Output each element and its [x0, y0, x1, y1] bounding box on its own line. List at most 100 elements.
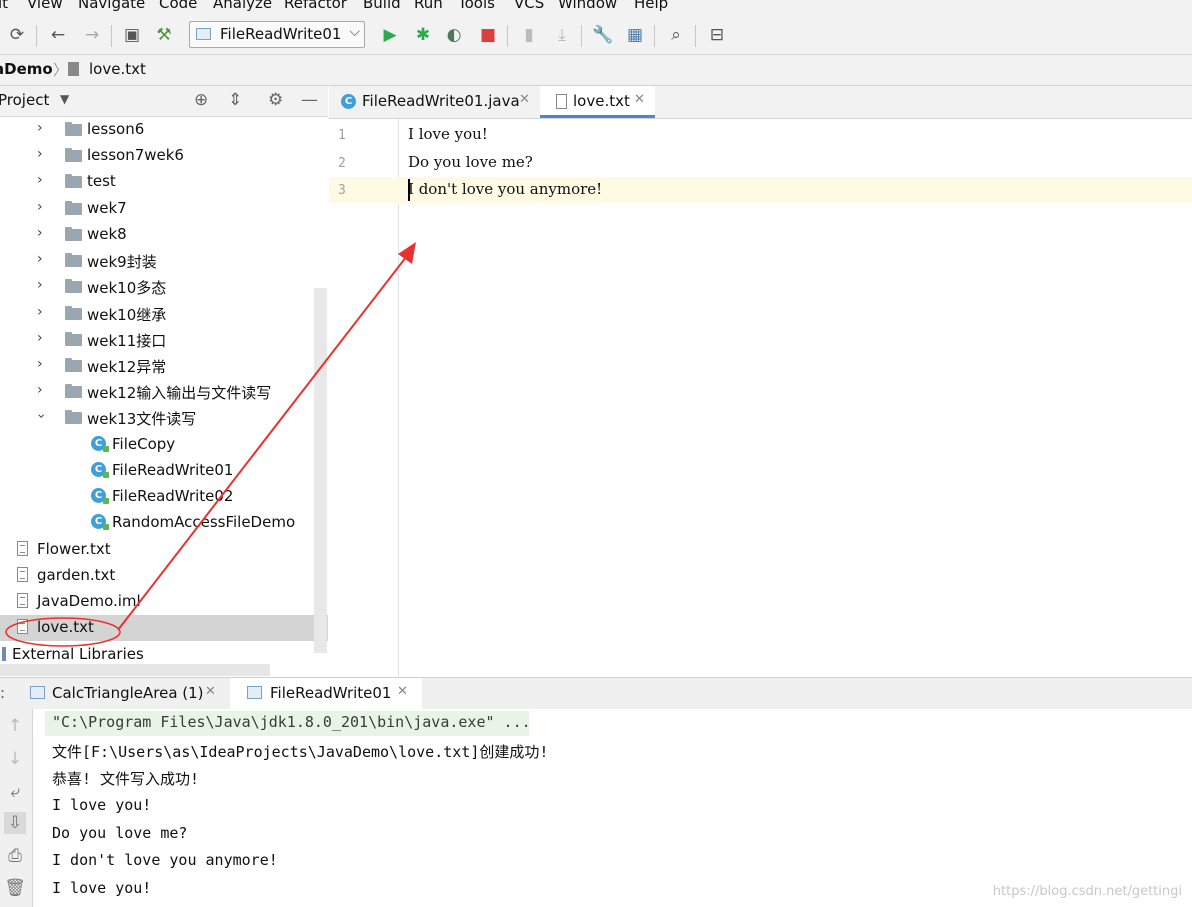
menu-analyze[interactable]: Analyze — [213, 0, 272, 12]
vcs-operations-icon[interactable]: ⊟ — [704, 22, 730, 48]
close-icon[interactable]: ✕ — [205, 684, 216, 699]
chevron-right-icon[interactable]: › — [37, 146, 43, 162]
tree-item-wek11[interactable]: › wek11接口 — [0, 327, 314, 353]
window-icon[interactable]: ▣ — [119, 22, 145, 48]
chevron-right-icon[interactable]: › — [37, 199, 43, 215]
menu-view[interactable]: View — [27, 0, 63, 12]
menu-run[interactable]: Run — [414, 0, 443, 12]
tab-label: FileReadWrite01.java — [362, 92, 520, 110]
close-icon[interactable]: ✕ — [519, 92, 530, 107]
sync-icon[interactable]: ⟳ — [4, 22, 30, 48]
tree-item-wek13[interactable]: › wek13文件读写 — [0, 405, 314, 431]
debug-bug-icon[interactable]: ✱ — [410, 22, 436, 48]
tree-item-filereadwrite01[interactable]: C FileReadWrite01 — [0, 458, 314, 484]
tab-calctrianglearea[interactable]: CalcTriangleArea (1) ✕ — [18, 678, 228, 709]
tree-item-test[interactable]: › test — [0, 169, 314, 195]
menu-refactor[interactable]: Refactor — [284, 0, 347, 12]
tree-item-label: wek8 — [87, 225, 127, 243]
scroll-to-end-icon[interactable]: ⇩ — [4, 812, 26, 834]
bookmark-icon[interactable]: ▮ — [516, 22, 542, 48]
text-caret — [408, 179, 410, 201]
tree-horizontal-scrollbar[interactable] — [0, 664, 270, 676]
chevron-right-icon[interactable]: › — [37, 225, 43, 241]
close-icon[interactable]: ✕ — [634, 92, 645, 107]
tab-filereadwrite01-run[interactable]: FileReadWrite01 ✕ — [230, 678, 422, 709]
arrow-up-icon[interactable]: ↑ — [4, 715, 26, 737]
project-panel-title[interactable]: Project — [0, 91, 49, 109]
tree-scrollbar[interactable] — [314, 288, 327, 653]
tree-item-wek7[interactable]: › wek7 — [0, 196, 314, 222]
chevron-down-icon[interactable]: ▼ — [60, 92, 69, 106]
run-config-label: FileReadWrite01 — [220, 25, 342, 43]
trash-icon[interactable]: 🗑 — [4, 877, 26, 899]
tree-item-filecopy[interactable]: C FileCopy — [0, 432, 314, 458]
chevron-right-icon[interactable]: › — [37, 356, 43, 372]
chevron-right-icon[interactable]: › — [37, 382, 43, 398]
search-icon[interactable]: ⌕ — [663, 22, 689, 48]
chevron-right-icon[interactable]: › — [37, 120, 43, 136]
editor-tabs: C FileReadWrite01.java ✕ love.txt ✕ — [329, 86, 1192, 119]
folder-icon — [65, 306, 82, 320]
menu-edit[interactable]: it — [0, 0, 8, 12]
tree-item-label: wek12异常 — [87, 358, 167, 376]
tree-item-label: wek13文件读写 — [87, 410, 197, 428]
menu-build[interactable]: Build — [363, 0, 401, 12]
tree-item-lesson7wek6[interactable]: › lesson7wek6 — [0, 143, 314, 169]
menu-navigate[interactable]: Navigate — [78, 0, 145, 12]
editor-line[interactable]: Do you love me? — [408, 153, 533, 171]
chevron-right-icon[interactable]: › — [37, 172, 43, 188]
run-icon[interactable]: ▶ — [377, 22, 403, 48]
folder-icon — [65, 227, 82, 241]
tree-item-wek8[interactable]: › wek8 — [0, 222, 314, 248]
coverage-icon[interactable]: ◐ — [441, 22, 467, 48]
hide-panel-icon[interactable]: — — [301, 90, 318, 110]
editor-line[interactable]: I don't love you anymore! — [408, 180, 602, 198]
download-icon[interactable]: ⤓ — [549, 22, 575, 48]
tree-item-randomaccessfiledemo[interactable]: C RandomAccessFileDemo — [0, 510, 314, 536]
locate-target-icon[interactable]: ⊕ — [194, 90, 208, 110]
tree-item-wek12-exceptions[interactable]: › wek12异常 — [0, 353, 314, 379]
build-hammer-icon[interactable]: ⚒ — [151, 22, 177, 48]
tab-filereadwrite01-java[interactable]: C FileReadWrite01.java ✕ — [329, 86, 539, 117]
chevron-right-icon[interactable]: › — [37, 304, 43, 320]
breadcrumb-file[interactable]: love.txt — [89, 60, 146, 78]
back-arrow-icon[interactable]: ← — [45, 22, 71, 48]
chevron-right-icon[interactable]: › — [37, 277, 43, 293]
console-line: 文件[F:\Users\as\IdeaProjects\JavaDemo\lov… — [52, 743, 549, 761]
tree-item-lesson6[interactable]: › lesson6 — [0, 117, 314, 143]
chevron-right-icon[interactable]: › — [37, 330, 43, 346]
tab-label: CalcTriangleArea (1) — [52, 684, 204, 702]
arrow-down-icon[interactable]: ↓ — [4, 748, 26, 770]
close-icon[interactable]: ✕ — [397, 684, 408, 699]
project-structure-icon[interactable]: ▦ — [622, 22, 648, 48]
menu-vcs[interactable]: VCS — [514, 0, 544, 12]
console-output[interactable] — [33, 709, 1192, 907]
forward-arrow-icon[interactable]: → — [79, 22, 105, 48]
menu-code[interactable]: Code — [159, 0, 197, 12]
gear-icon[interactable]: ⚙ — [268, 90, 283, 110]
tree-item-love-txt[interactable]: love.txt — [0, 615, 328, 641]
tab-love-txt[interactable]: love.txt ✕ — [540, 86, 655, 118]
menu-window[interactable]: Window — [558, 0, 617, 12]
breadcrumb-project[interactable]: aDemo — [0, 60, 53, 78]
tree-item-garden-txt[interactable]: garden.txt — [0, 563, 314, 589]
menu-help[interactable]: Help — [634, 0, 668, 12]
chevron-down-icon[interactable]: › — [33, 413, 49, 419]
tree-item-filereadwrite02[interactable]: C FileReadWrite02 — [0, 484, 314, 510]
tree-item-wek10-inheritance[interactable]: › wek10继承 — [0, 301, 314, 327]
tree-item-flower-txt[interactable]: Flower.txt — [0, 537, 314, 563]
menu-tools[interactable]: Tools — [458, 0, 495, 12]
collapse-all-icon[interactable]: ⇕ — [228, 90, 242, 110]
tree-item-label: Flower.txt — [37, 540, 111, 558]
tree-item-javademo-iml[interactable]: JavaDemo.iml — [0, 589, 314, 615]
run-configuration-select[interactable]: FileReadWrite01 ⌵ — [189, 21, 365, 48]
print-icon[interactable]: ⎙ — [4, 845, 26, 867]
soft-wrap-icon[interactable]: ⤶ — [4, 781, 26, 803]
tree-item-wek9[interactable]: › wek9封装 — [0, 248, 314, 274]
editor-line[interactable]: I love you! — [408, 125, 488, 143]
tree-item-wek12-io[interactable]: › wek12输入输出与文件读写 — [0, 379, 314, 405]
tree-item-wek10-polymorphism[interactable]: › wek10多态 — [0, 274, 314, 300]
stop-icon[interactable]: ■ — [475, 22, 501, 48]
chevron-right-icon[interactable]: › — [37, 251, 43, 267]
wrench-settings-icon[interactable]: 🔧 — [590, 22, 616, 48]
